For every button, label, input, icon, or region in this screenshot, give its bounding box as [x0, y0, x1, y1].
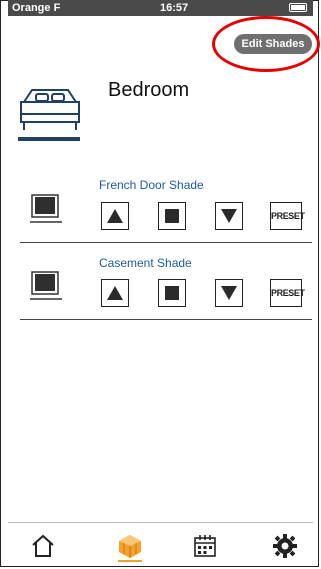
highlight-circle [212, 16, 320, 72]
room-title: Bedroom [108, 79, 190, 101]
calendar-icon[interactable] [192, 533, 218, 559]
shade-name: Casement Shade [99, 256, 192, 270]
home-icon[interactable] [30, 533, 56, 559]
shades-icon[interactable] [117, 533, 143, 559]
down-arrow-icon [221, 209, 237, 223]
divider [20, 242, 312, 243]
battery-icon [289, 3, 307, 12]
shade-name: French Door Shade [99, 178, 204, 192]
up-arrow-icon [107, 209, 123, 223]
shade-stop-button[interactable] [158, 202, 186, 230]
bed-icon [20, 89, 80, 130]
shade-up-button[interactable] [101, 279, 129, 307]
stop-icon [165, 209, 179, 223]
shade-preset-button[interactable]: PRESET [270, 279, 305, 307]
shade-up-button[interactable] [101, 202, 129, 230]
clock: 16:57 [160, 2, 189, 14]
divider [20, 319, 312, 320]
down-arrow-icon [221, 286, 237, 300]
tabbar-divider [8, 522, 313, 523]
shade-down-button[interactable] [215, 202, 243, 230]
status-bar: Orange F 16:57 [8, 0, 313, 16]
shade-stop-button[interactable] [158, 279, 186, 307]
gear-icon[interactable] [272, 533, 298, 559]
carrier-label: Orange F [12, 2, 61, 14]
stop-icon [165, 286, 179, 300]
window-shade-icon [30, 194, 62, 223]
up-arrow-icon [107, 286, 123, 300]
active-tab-indicator [118, 560, 142, 562]
room-underline [18, 137, 80, 141]
window-shade-icon [30, 271, 62, 300]
shade-preset-button[interactable]: PRESET [270, 202, 305, 230]
shade-down-button[interactable] [215, 279, 243, 307]
